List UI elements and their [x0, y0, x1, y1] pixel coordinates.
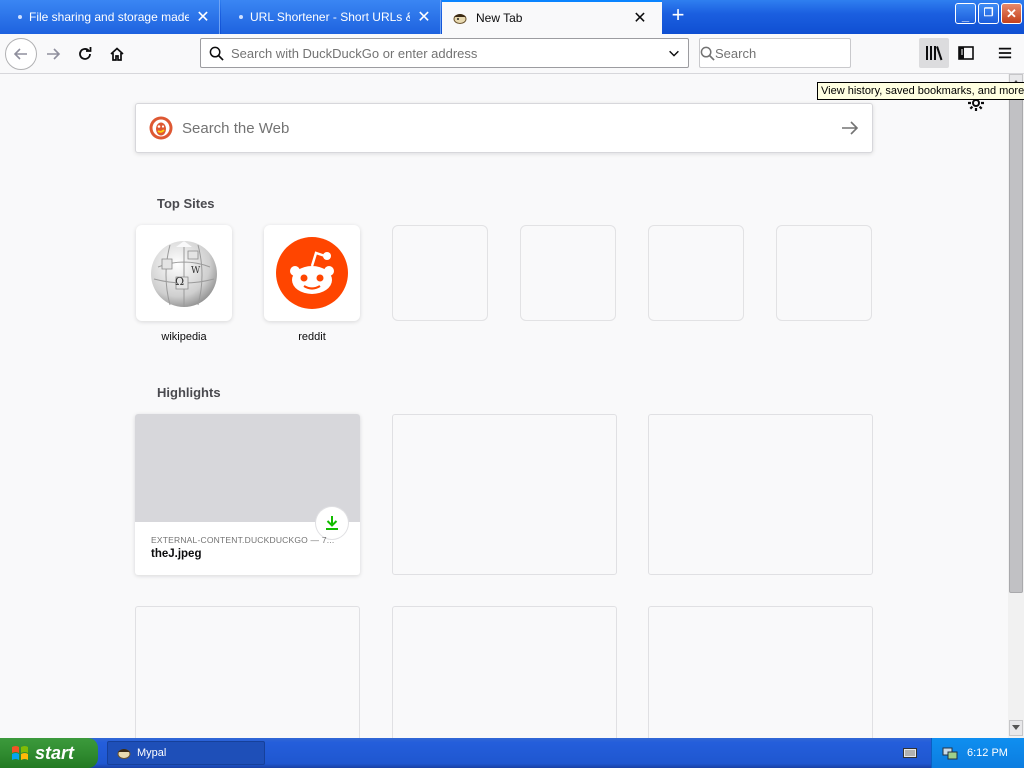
top-site-reddit[interactable]: reddit	[264, 225, 360, 343]
tab-url-shortener[interactable]: URL Shortener - Short URLs & Cu ✕	[221, 0, 441, 34]
highlight-card-download[interactable]: EXTERNAL-CONTENT.DUCKDUCKGO — 7... theJ.…	[135, 414, 360, 575]
hamburger-menu-icon	[998, 47, 1012, 59]
svg-text:W: W	[191, 266, 201, 276]
top-site-empty	[776, 225, 872, 321]
tab-close-icon[interactable]: ✕	[632, 8, 648, 28]
minimize-button[interactable]: _	[955, 3, 976, 24]
forward-arrow-icon	[47, 48, 61, 60]
library-tooltip: View history, saved bookmarks, and more	[817, 82, 1024, 100]
back-arrow-icon	[13, 48, 27, 60]
search-icon	[201, 46, 231, 61]
search-bar[interactable]	[699, 38, 891, 68]
home-button[interactable]	[103, 40, 131, 68]
duckduckgo-logo-icon	[149, 116, 173, 140]
download-icon	[326, 516, 338, 530]
new-tab-plus-icon[interactable]: +	[666, 4, 690, 28]
mypal-favicon-icon	[453, 14, 467, 24]
svg-text:Ω: Ω	[175, 275, 184, 288]
top-site-empty	[520, 225, 616, 321]
home-icon	[110, 47, 124, 61]
top-site-tile[interactable]: Ω W	[136, 225, 232, 321]
highlight-filename: theJ.jpeg	[151, 548, 202, 560]
tab-loading-icon	[18, 15, 22, 19]
address-bar[interactable]	[200, 38, 689, 68]
tab-close-icon[interactable]: ✕	[195, 7, 211, 27]
back-button[interactable]	[5, 38, 37, 70]
navigation-toolbar	[0, 34, 1024, 74]
close-window-button[interactable]: ✕	[1001, 3, 1022, 24]
restore-button[interactable]: ❐	[978, 3, 999, 24]
taskbar-item-mypal[interactable]: Mypal	[107, 741, 265, 765]
system-tray: 6:12 PM	[931, 738, 1024, 768]
mypal-app-icon	[117, 749, 131, 759]
search-icon	[700, 46, 715, 61]
reload-icon	[79, 47, 92, 60]
arrow-right-icon[interactable]	[828, 120, 872, 136]
tab-title: URL Shortener - Short URLs & Cu	[250, 10, 410, 24]
chevron-down-icon[interactable]	[660, 46, 688, 60]
windows-flag-icon	[12, 746, 28, 760]
tab-strip: File sharing and storage made si ✕ URL S…	[0, 0, 1024, 34]
highlights-heading: Highlights	[157, 385, 221, 400]
sidebar-button[interactable]	[951, 38, 981, 68]
highlight-host: EXTERNAL-CONTENT.DUCKDUCKGO — 7...	[151, 535, 335, 545]
new-tab-page: Top Sites Ω W wikipedia	[0, 74, 1008, 738]
top-site-label: wikipedia	[161, 331, 207, 343]
empty-tile	[392, 225, 488, 321]
tab-title: File sharing and storage made si	[29, 10, 189, 24]
windows-taskbar: start Mypal 6:12 PM	[0, 738, 1024, 768]
window-controls: _ ❐ ✕	[955, 3, 1022, 24]
reddit-alien-icon	[276, 237, 348, 309]
top-site-wikipedia[interactable]: Ω W wikipedia	[136, 225, 232, 343]
tab-new-tab[interactable]: New Tab ✕	[442, 0, 662, 34]
web-search-input[interactable]	[182, 119, 828, 137]
tab-loading-icon	[239, 15, 243, 19]
wikipedia-globe-icon: Ω W	[151, 241, 217, 307]
reload-button[interactable]	[71, 40, 99, 68]
tab-close-icon[interactable]: ✕	[416, 7, 432, 27]
page-scrollbar[interactable]	[1008, 74, 1024, 738]
start-button[interactable]: start	[0, 738, 98, 768]
highlight-card-empty	[648, 414, 873, 575]
highlight-card-empty	[135, 606, 360, 738]
top-site-empty	[392, 225, 488, 321]
empty-tile	[520, 225, 616, 321]
top-site-empty	[648, 225, 744, 321]
highlight-card-empty	[392, 606, 617, 738]
address-input[interactable]	[231, 45, 660, 61]
tab-file-sharing[interactable]: File sharing and storage made si ✕	[0, 0, 220, 34]
tab-title: New Tab	[476, 11, 523, 25]
library-icon	[926, 46, 943, 61]
web-search-box[interactable]	[135, 103, 873, 153]
search-input[interactable]	[715, 45, 891, 61]
library-button[interactable]	[919, 38, 949, 68]
top-sites-heading: Top Sites	[157, 196, 215, 211]
highlight-card-empty	[392, 414, 617, 575]
empty-tile	[648, 225, 744, 321]
sidebar-icon	[958, 46, 974, 60]
keyboard-icon[interactable]	[903, 746, 917, 759]
empty-tile	[776, 225, 872, 321]
clock: 6:12 PM	[967, 747, 1008, 759]
start-label: start	[35, 742, 75, 763]
top-site-label: reddit	[298, 331, 326, 343]
scroll-down-arrow-icon[interactable]	[1009, 720, 1023, 736]
forward-button[interactable]	[39, 40, 67, 68]
highlight-preview-image	[135, 414, 360, 522]
top-site-tile[interactable]	[264, 225, 360, 321]
network-tray-icon[interactable]	[942, 745, 958, 761]
taskbar-item-label: Mypal	[137, 747, 167, 759]
scrollbar-thumb[interactable]	[1009, 92, 1023, 593]
menu-button[interactable]	[990, 38, 1020, 68]
highlight-card-empty	[648, 606, 873, 738]
